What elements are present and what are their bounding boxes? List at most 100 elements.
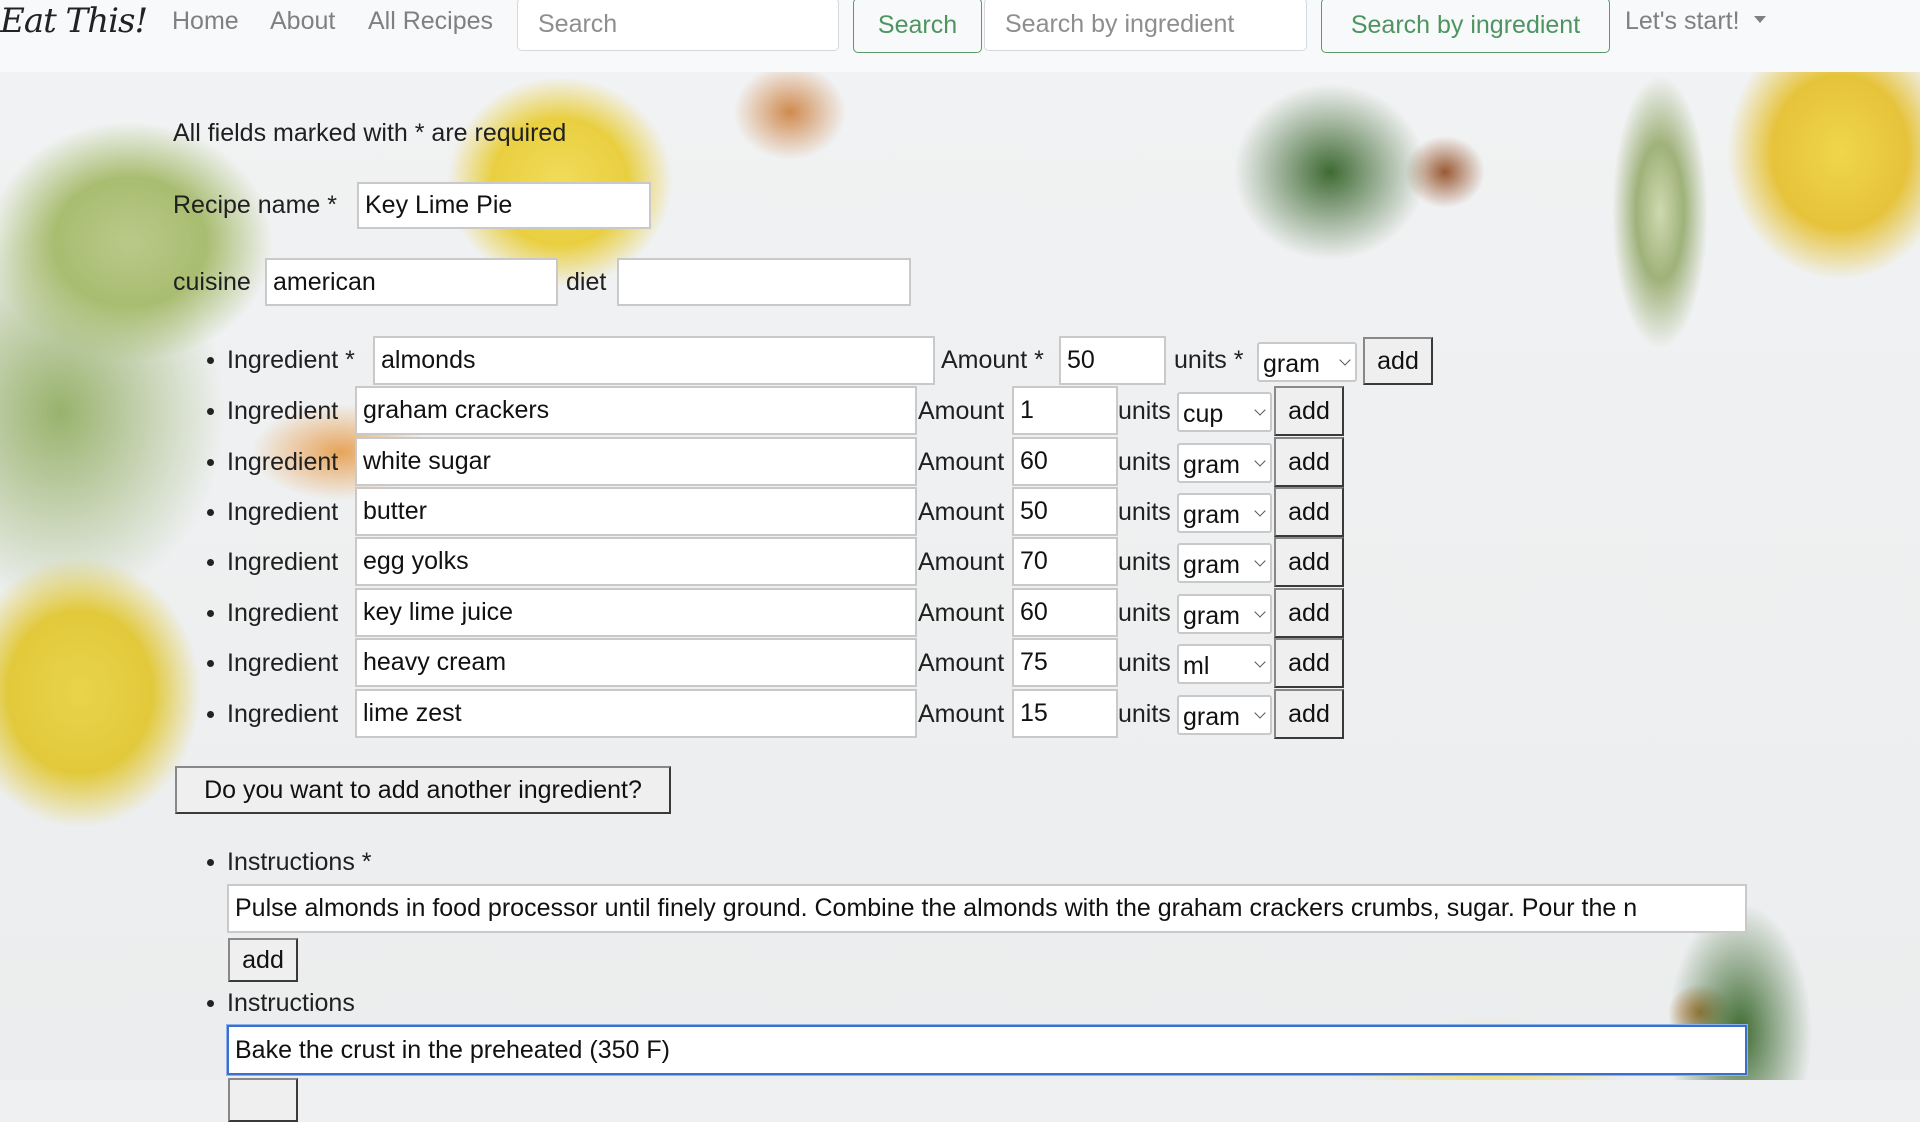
- units-value: gram: [1263, 350, 1320, 378]
- brand-logo[interactable]: Eat This!: [0, 0, 148, 42]
- search-button[interactable]: Search: [853, 0, 982, 53]
- amount-input[interactable]: [1012, 537, 1118, 586]
- cuisine-input[interactable]: [265, 258, 558, 306]
- ingredient-label: Ingredient: [227, 599, 339, 627]
- add-another-ingredient-button[interactable]: Do you want to add another ingredient?: [175, 766, 671, 814]
- add-ingredient-row-button[interactable]: add: [1274, 588, 1344, 638]
- add-instruction-button[interactable]: add: [228, 938, 298, 982]
- ingredient-label: Ingredient: [227, 649, 339, 677]
- instructions-input-1[interactable]: [227, 884, 1747, 933]
- nav-about[interactable]: About: [270, 6, 335, 36]
- units-select[interactable]: ml: [1177, 644, 1272, 684]
- amount-label: Amount: [918, 700, 1005, 728]
- ingredient-name-input[interactable]: [355, 437, 917, 486]
- bullet: [207, 509, 214, 516]
- units-value: gram: [1183, 451, 1240, 479]
- ingredient-label: Ingredient: [227, 397, 339, 425]
- ingredient-label: Ingredient *: [227, 346, 355, 374]
- add-ingredient-row-button[interactable]: add: [1274, 638, 1344, 688]
- ingredient-name-input[interactable]: [355, 588, 917, 637]
- caret-down-icon: [1753, 15, 1766, 23]
- amount-input[interactable]: [1012, 487, 1118, 536]
- ingredient-name-input[interactable]: [373, 336, 935, 385]
- ingredient-label: Ingredient: [227, 448, 339, 476]
- amount-label: Amount: [918, 649, 1005, 677]
- chevron-down-icon: [1254, 606, 1266, 618]
- chevron-down-icon: [1339, 354, 1351, 366]
- units-label: units: [1118, 649, 1171, 677]
- units-value: gram: [1183, 501, 1240, 529]
- amount-label: Amount: [918, 548, 1005, 576]
- ingredient-name-input[interactable]: [355, 689, 917, 738]
- add-ingredient-row-button[interactable]: add: [1274, 487, 1344, 537]
- ingredient-label: Ingredient: [227, 498, 339, 526]
- amount-input[interactable]: [1012, 689, 1118, 738]
- nav-all-recipes[interactable]: All Recipes: [368, 6, 493, 36]
- navbar: Eat This! Home About All Recipes Search …: [0, 0, 1920, 72]
- units-select[interactable]: gram: [1177, 594, 1272, 634]
- recipe-name-input[interactable]: [357, 182, 651, 229]
- instructions-label-2: Instructions: [227, 989, 355, 1017]
- units-value: ml: [1183, 652, 1210, 680]
- lets-start-dropdown[interactable]: Let's start!: [1625, 6, 1766, 36]
- ingredient-search-button[interactable]: Search by ingredient: [1321, 0, 1610, 53]
- ingredient-name-input[interactable]: [355, 386, 917, 435]
- units-select[interactable]: gram: [1257, 342, 1357, 382]
- units-value: gram: [1183, 602, 1240, 630]
- diet-input[interactable]: [617, 258, 911, 306]
- chevron-down-icon: [1254, 404, 1266, 416]
- amount-label: Amount: [918, 397, 1005, 425]
- recipe-name-label: Recipe name *: [173, 191, 337, 219]
- units-select[interactable]: gram: [1177, 695, 1272, 735]
- amount-input[interactable]: [1012, 588, 1118, 637]
- bullet: [207, 660, 214, 667]
- instructions-label-1: Instructions *: [227, 848, 372, 876]
- add-ingredient-row-button[interactable]: add: [1274, 537, 1344, 587]
- ingredient-name-input[interactable]: [355, 638, 917, 687]
- amount-label: Amount *: [941, 346, 1044, 374]
- required-note: All fields marked with * are required: [173, 119, 567, 147]
- bullet: [207, 610, 214, 617]
- add-ingredient-row-button[interactable]: add: [1274, 437, 1344, 487]
- units-select[interactable]: gram: [1177, 543, 1272, 583]
- add-instruction-button-2[interactable]: [228, 1078, 298, 1122]
- amount-input[interactable]: [1059, 336, 1166, 385]
- units-select[interactable]: gram: [1177, 493, 1272, 533]
- units-label: units: [1118, 448, 1171, 476]
- ingredient-search-input[interactable]: [984, 0, 1307, 51]
- amount-label: Amount: [918, 448, 1005, 476]
- bullet: [207, 859, 214, 866]
- amount-label: Amount: [918, 599, 1005, 627]
- ingredient-name-input[interactable]: [355, 487, 917, 536]
- units-select[interactable]: cup: [1177, 392, 1272, 432]
- instructions-input-2[interactable]: [227, 1025, 1747, 1075]
- ingredient-name-input[interactable]: [355, 537, 917, 586]
- units-select[interactable]: gram: [1177, 443, 1272, 483]
- units-label: units *: [1174, 346, 1244, 374]
- dropdown-label: Let's start!: [1625, 7, 1740, 35]
- units-label: units: [1118, 700, 1171, 728]
- cuisine-label: cuisine: [173, 268, 251, 296]
- bullet: [207, 357, 214, 364]
- units-label: units: [1118, 397, 1171, 425]
- add-ingredient-row-button[interactable]: add: [1274, 689, 1344, 739]
- chevron-down-icon: [1254, 707, 1266, 719]
- units-value: gram: [1183, 551, 1240, 579]
- ingredient-label: Ingredient: [227, 548, 339, 576]
- diet-label: diet: [566, 268, 607, 296]
- amount-input[interactable]: [1012, 437, 1118, 486]
- units-label: units: [1118, 548, 1171, 576]
- bullet: [207, 1000, 214, 1007]
- amount-input[interactable]: [1012, 638, 1118, 687]
- units-value: cup: [1183, 400, 1224, 428]
- bullet: [207, 408, 214, 415]
- chevron-down-icon: [1254, 455, 1266, 467]
- bullet: [207, 559, 214, 566]
- units-label: units: [1118, 599, 1171, 627]
- add-ingredient-row-button[interactable]: add: [1274, 386, 1344, 436]
- search-input[interactable]: [517, 0, 839, 51]
- chevron-down-icon: [1254, 505, 1266, 517]
- nav-home[interactable]: Home: [172, 6, 239, 36]
- add-ingredient-row-button[interactable]: add: [1363, 337, 1433, 385]
- amount-input[interactable]: [1012, 386, 1118, 435]
